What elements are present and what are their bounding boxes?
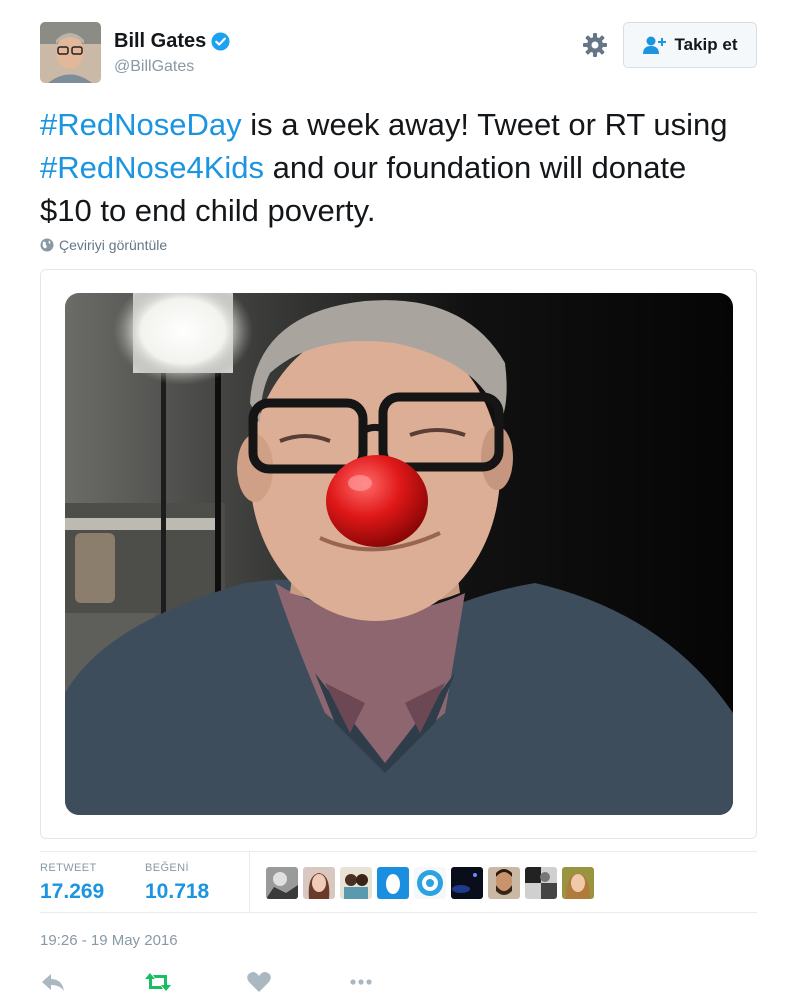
retweet-icon[interactable]: [144, 970, 172, 994]
retweet-stat[interactable]: RETWEET 17.269: [40, 862, 104, 904]
tweet-timestamp[interactable]: 19:26 - 19 May 2016: [40, 932, 178, 949]
verified-badge-icon: [211, 32, 230, 51]
hashtag-link[interactable]: #RedNose4Kids: [40, 150, 264, 185]
hashtag-link[interactable]: #RedNoseDay: [40, 107, 242, 142]
more-icon[interactable]: [348, 970, 374, 994]
tweet-photo[interactable]: [65, 293, 733, 815]
divider: [40, 912, 757, 913]
divider: [249, 852, 250, 912]
translate-link[interactable]: Çeviriyi görüntüle: [40, 237, 167, 253]
user-name[interactable]: Bill Gates: [114, 30, 230, 53]
liker-avatar[interactable]: [266, 867, 298, 899]
follow-button-label: Takip et: [674, 35, 738, 54]
liker-avatar[interactable]: [525, 867, 557, 899]
liker-avatar[interactable]: [303, 867, 335, 899]
gear-icon[interactable]: [582, 32, 608, 58]
retweet-stat-label: RETWEET: [40, 862, 97, 874]
user-handle[interactable]: @BillGates: [114, 58, 194, 76]
add-user-icon: [642, 36, 666, 54]
like-stat[interactable]: BEĞENİ 10.718: [145, 862, 209, 904]
tweet-text-segment: is a week away! Tweet or RT using: [241, 107, 728, 142]
retweet-stat-value: 17.269: [40, 880, 105, 903]
divider: [40, 851, 757, 852]
globe-icon: [40, 238, 54, 252]
reply-icon[interactable]: [40, 970, 66, 994]
liker-avatar[interactable]: [414, 867, 446, 899]
like-icon[interactable]: [246, 970, 272, 994]
liker-avatar[interactable]: [562, 867, 594, 899]
liker-avatar[interactable]: [488, 867, 520, 899]
like-stat-value: 10.718: [145, 880, 210, 903]
follow-button[interactable]: Takip et: [623, 22, 757, 68]
likers-avatars: [266, 867, 594, 899]
avatar[interactable]: [40, 22, 101, 83]
tweet-text: #RedNoseDay is a week away! Tweet or RT …: [40, 103, 740, 232]
liker-avatar[interactable]: [340, 867, 372, 899]
liker-avatar[interactable]: [451, 867, 483, 899]
like-stat-label: BEĞENİ: [145, 862, 189, 874]
liker-avatar[interactable]: [377, 867, 409, 899]
translate-label: Çeviriyi görüntüle: [59, 237, 168, 253]
